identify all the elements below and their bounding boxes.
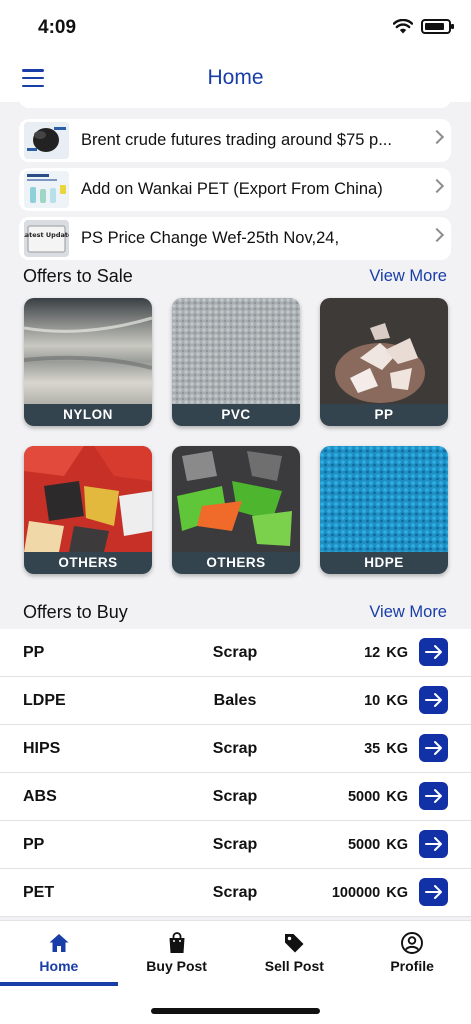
home-indicator-area	[0, 986, 471, 1024]
news-title: Brent crude futures trading around $75 p…	[81, 131, 392, 149]
offers-to-buy-list: PP Scrap 12 KG LDPE Bales 10 KG HIPS Scrap…	[0, 629, 471, 917]
nav-tab-profile[interactable]: Profile	[353, 921, 471, 986]
arrow-right-icon	[425, 837, 442, 851]
buy-material: ABS	[23, 788, 57, 805]
arrow-right-button[interactable]	[419, 734, 448, 762]
arrow-right-button[interactable]	[419, 830, 448, 858]
nav-label: Buy Post	[146, 958, 207, 974]
sale-card-pp[interactable]: PP	[320, 298, 448, 426]
sale-card-nylon[interactable]: NYLON	[24, 298, 152, 426]
buy-type: Scrap	[212, 788, 258, 805]
tag-icon	[285, 934, 304, 953]
nav-label: Home	[39, 958, 79, 974]
chevron-right-icon	[429, 129, 445, 145]
buy-offer-row[interactable]: PP Scrap 12 KG	[0, 629, 471, 677]
offers-to-sale-title: Offers to Sale	[23, 266, 133, 286]
sale-card-label: NYLON	[24, 404, 152, 426]
buy-offer-row[interactable]: HIPS Scrap 35 KG	[0, 725, 471, 773]
news-item[interactable]: Brent crude futures trading around $75 p…	[19, 119, 451, 162]
buy-material: LDPE	[23, 692, 66, 709]
buy-offer-row[interactable]: LDPE Bales 10 KG	[0, 677, 471, 725]
buy-quantity: 35 KG	[364, 741, 408, 757]
arrow-right-icon	[425, 645, 442, 659]
buy-material: HIPS	[23, 740, 61, 757]
nav-tab-sell-post[interactable]: Sell Post	[236, 921, 354, 986]
bottom-nav: Home Buy Post Sell Post Profile	[0, 920, 471, 986]
buy-quantity: 5000 KG	[347, 789, 408, 805]
oil-barrel-thumbnail	[24, 122, 69, 159]
sale-card-label: HDPE	[320, 552, 448, 574]
sale-card-others[interactable]: OTHERS	[172, 446, 300, 574]
buy-type: Scrap	[212, 644, 258, 661]
status-bar: 4:09	[0, 0, 471, 56]
hdpe-photo	[320, 446, 448, 552]
news-title: PS Price Change Wef-25th Nov,24,	[81, 229, 340, 247]
pp-photo	[320, 298, 448, 404]
arrow-right-button[interactable]	[419, 878, 448, 906]
sale-card-hdpe[interactable]: HDPE	[320, 446, 448, 574]
buy-offer-row[interactable]: PP Scrap 5000 KG	[0, 821, 471, 869]
nav-label: Sell Post	[264, 958, 324, 974]
home-icon	[49, 934, 69, 952]
chevron-right-icon	[429, 178, 445, 194]
buy-type: Scrap	[212, 884, 258, 901]
chevron-right-icon	[429, 227, 445, 243]
buy-offer-row[interactable]: PET Scrap 100000 KG	[0, 869, 471, 917]
wifi-icon	[393, 19, 413, 34]
buy-type: Scrap	[212, 740, 258, 757]
arrow-right-icon	[425, 885, 442, 899]
buy-quantity: 10 KG	[364, 693, 408, 709]
news-item[interactable]: Add on Wankai PET (Export From China)	[19, 168, 451, 211]
arrow-right-icon	[425, 741, 442, 755]
latest-update-thumbnail: Latest Update	[24, 220, 69, 257]
others-photo	[172, 446, 300, 552]
nav-label: Profile	[390, 958, 434, 974]
battery-icon	[421, 19, 454, 34]
sale-card-pvc[interactable]: PVC	[172, 298, 300, 426]
buy-quantity: 12 KG	[364, 645, 408, 661]
buy-type: Scrap	[212, 836, 258, 853]
status-icons	[393, 19, 454, 34]
sale-card-label: PVC	[172, 404, 300, 426]
offers-to-buy-header: Offers to Buy View More	[23, 602, 447, 626]
arrow-right-icon	[425, 693, 442, 707]
status-time: 4:09	[38, 17, 77, 38]
buy-material: PP	[23, 644, 45, 661]
arrow-right-button[interactable]	[419, 686, 448, 714]
arrow-right-icon	[425, 789, 442, 803]
pvc-photo	[172, 298, 300, 404]
app-header: Home	[0, 56, 471, 102]
news-list: Brent crude futures trading around $75 p…	[19, 119, 451, 266]
arrow-right-button[interactable]	[419, 782, 448, 810]
news-title: Add on Wankai PET (Export From China)	[81, 180, 383, 198]
sale-card-label: PP	[320, 404, 448, 426]
offers-to-sale-view-more-link[interactable]: View More	[369, 267, 447, 286]
offers-to-buy-title: Offers to Buy	[23, 602, 128, 622]
buy-quantity: 100000 KG	[331, 885, 408, 901]
buy-material: PET	[23, 884, 55, 901]
sale-card-others[interactable]: OTHERS	[24, 446, 152, 574]
buy-offer-row[interactable]: ABS Scrap 5000 KG	[0, 773, 471, 821]
sale-card-label: OTHERS	[24, 552, 152, 574]
home-indicator[interactable]	[151, 1008, 320, 1014]
pet-bottle-thumbnail	[24, 171, 69, 208]
shopping-bag-icon	[169, 932, 185, 953]
nav-tab-buy-post[interactable]: Buy Post	[118, 921, 236, 986]
svg-text:Latest Update: Latest Update	[24, 231, 69, 239]
others-photo	[24, 446, 152, 552]
offers-to-sale-header: Offers to Sale View More	[23, 266, 447, 290]
news-item-partial[interactable]	[19, 102, 451, 108]
sale-card-label: OTHERS	[172, 552, 300, 574]
buy-material: PP	[23, 836, 45, 853]
buy-quantity: 5000 KG	[347, 837, 408, 853]
news-item[interactable]: Latest Update PS Price Change Wef-25th N…	[19, 217, 451, 260]
page-title: Home	[207, 66, 264, 89]
buy-type: Bales	[213, 692, 257, 709]
user-circle-icon	[401, 932, 424, 954]
home-content[interactable]: Brent crude futures trading around $75 p…	[0, 102, 471, 920]
offers-to-buy-view-more-link[interactable]: View More	[369, 603, 447, 622]
nav-tab-home[interactable]: Home	[0, 921, 118, 986]
arrow-right-button[interactable]	[419, 638, 448, 666]
nylon-photo	[24, 298, 152, 404]
